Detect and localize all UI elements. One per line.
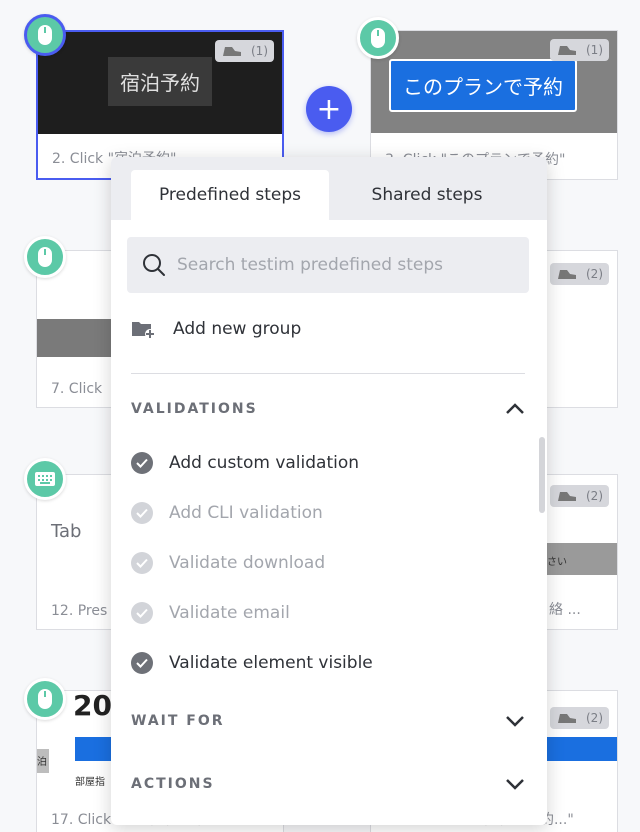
add-group-label: Add new group [173, 319, 302, 339]
folder-plus-icon [132, 322, 155, 339]
shoe-icon [558, 713, 576, 723]
mouse-icon [24, 14, 66, 56]
shoe-icon [223, 46, 241, 56]
keyboard-icon [24, 458, 66, 500]
mouse-icon [24, 678, 66, 720]
step-option[interactable]: Add CLI validation [131, 502, 323, 524]
section-wait-for[interactable]: WAIT FOR [131, 713, 525, 729]
add-new-group-button[interactable]: Add new group [131, 319, 301, 339]
check-icon [131, 602, 153, 624]
step-thumbnail: 宿泊予約 (1) [38, 32, 282, 134]
thumbnail-text: 泊 [37, 757, 47, 768]
shoe-badge: (1) [215, 40, 274, 62]
shoe-badge: (2) [550, 485, 609, 507]
badge-count: (2) [586, 711, 603, 725]
thumbnail-button: このプランで予約 [389, 59, 577, 112]
tab-shared-steps[interactable]: Shared steps [329, 170, 525, 220]
section-title: VALIDATIONS [131, 401, 258, 417]
step-caption: 絡 ... [549, 602, 581, 618]
tab-predefined-steps[interactable]: Predefined steps [131, 170, 329, 220]
badge-count: (1) [586, 43, 603, 57]
mouse-icon [357, 17, 399, 59]
check-icon [131, 502, 153, 524]
search-icon [143, 254, 165, 276]
scrollbar[interactable] [539, 437, 545, 513]
shoe-icon [558, 45, 576, 55]
badge-count: (1) [251, 44, 268, 58]
chevron-down-icon [506, 716, 524, 727]
option-label: Validate email [169, 603, 290, 623]
step-thumbnail: このプランで予約 (1) [371, 31, 617, 133]
option-label: Validate element visible [169, 653, 373, 673]
section-title: WAIT FOR [131, 713, 225, 729]
plus-icon: + [316, 91, 342, 127]
step-option[interactable]: Validate email [131, 602, 290, 624]
check-icon [131, 552, 153, 574]
step-option[interactable]: Validate download [131, 552, 325, 574]
search-field[interactable] [127, 237, 529, 293]
tab-bar: Predefined steps Shared steps [111, 157, 547, 220]
search-input[interactable] [177, 255, 517, 275]
option-label: Add custom validation [169, 453, 360, 473]
thumbnail-text: さい [547, 557, 567, 568]
chevron-down-icon [506, 779, 524, 790]
step-option[interactable]: Add custom validation [131, 452, 359, 474]
chevron-up-icon [506, 403, 524, 414]
option-label: Validate download [169, 553, 326, 573]
add-step-button[interactable]: + [306, 86, 352, 132]
shoe-badge: (2) [550, 707, 609, 729]
check-icon [131, 652, 153, 674]
shoe-badge: (1) [550, 39, 609, 61]
section-actions[interactable]: ACTIONS [131, 776, 525, 792]
step-option[interactable]: Validate element visible [131, 652, 373, 674]
shoe-icon [558, 269, 576, 279]
badge-count: (2) [586, 489, 603, 503]
mouse-icon [24, 236, 66, 278]
thumbnail-text: Tab [51, 521, 82, 542]
shoe-icon [558, 491, 576, 501]
add-step-popup: Predefined steps Shared steps Add new gr… [111, 157, 547, 825]
shoe-badge: (2) [550, 263, 609, 285]
divider [131, 373, 525, 374]
option-label: Add CLI validation [169, 503, 323, 523]
section-title: ACTIONS [131, 776, 215, 792]
badge-count: (2) [586, 267, 603, 281]
thumbnail-button: 宿泊予約 [108, 57, 212, 106]
thumbnail-text: 部屋指 [75, 777, 105, 788]
check-icon [131, 452, 153, 474]
section-validations[interactable]: VALIDATIONS [131, 401, 525, 417]
